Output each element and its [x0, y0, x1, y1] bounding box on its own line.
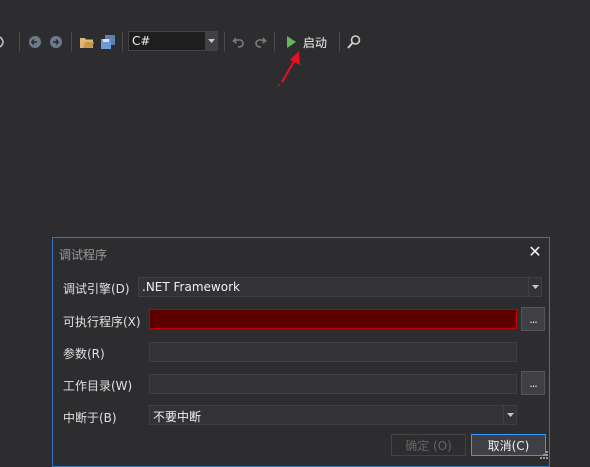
- undo-icon[interactable]: [230, 33, 248, 51]
- annotation-arrow-icon: [277, 51, 300, 87]
- toolbar-separator: [122, 32, 123, 52]
- cancel-button[interactable]: 取消(C): [471, 434, 546, 456]
- working-directory-input[interactable]: [149, 374, 517, 394]
- engine-value: .NET Framework: [142, 280, 240, 294]
- toolbar-separator: [19, 32, 20, 52]
- working-directory-browse-button[interactable]: ...: [521, 371, 545, 395]
- navigate-back-icon[interactable]: [26, 33, 44, 51]
- ok-button[interactable]: 确定 (O): [391, 434, 466, 456]
- toolbar-separator: [339, 32, 340, 52]
- executable-browse-button[interactable]: ...: [521, 307, 545, 331]
- executable-label: 可执行程序(X): [63, 315, 141, 329]
- save-all-icon[interactable]: [99, 33, 117, 51]
- engine-select[interactable]: .NET Framework: [138, 277, 542, 297]
- chevron-down-icon[interactable]: [205, 32, 217, 50]
- chevron-down-icon[interactable]: [503, 406, 516, 424]
- working-directory-label: 工作目录(W): [63, 379, 133, 393]
- truncated-icon: [0, 33, 12, 51]
- toolbar-separator: [71, 32, 72, 52]
- chevron-down-icon[interactable]: [528, 278, 541, 296]
- resize-grip-icon[interactable]: [537, 450, 549, 462]
- language-value: C#: [132, 34, 151, 48]
- break-at-label: 中断于(B): [63, 411, 117, 425]
- debug-program-dialog: 调试程序 ✕ 调试引擎(D) .NET Framework 可执行程序(X) .…: [52, 237, 550, 467]
- navigate-forward-icon[interactable]: [47, 33, 65, 51]
- break-at-value: 不要中断: [153, 410, 202, 424]
- engine-label: 调试引擎(D): [63, 282, 130, 296]
- redo-icon[interactable]: [251, 33, 269, 51]
- arguments-input[interactable]: [149, 342, 517, 362]
- dialog-title: 调试程序: [59, 248, 108, 262]
- language-select[interactable]: C#: [128, 31, 218, 51]
- arguments-label: 参数(R): [63, 347, 105, 361]
- executable-input[interactable]: [149, 309, 517, 329]
- break-at-select[interactable]: 不要中断: [149, 405, 517, 425]
- toolbar-separator: [224, 32, 225, 52]
- find-icon[interactable]: [345, 33, 363, 51]
- open-folder-icon[interactable]: [78, 33, 96, 51]
- close-icon[interactable]: ✕: [527, 244, 543, 260]
